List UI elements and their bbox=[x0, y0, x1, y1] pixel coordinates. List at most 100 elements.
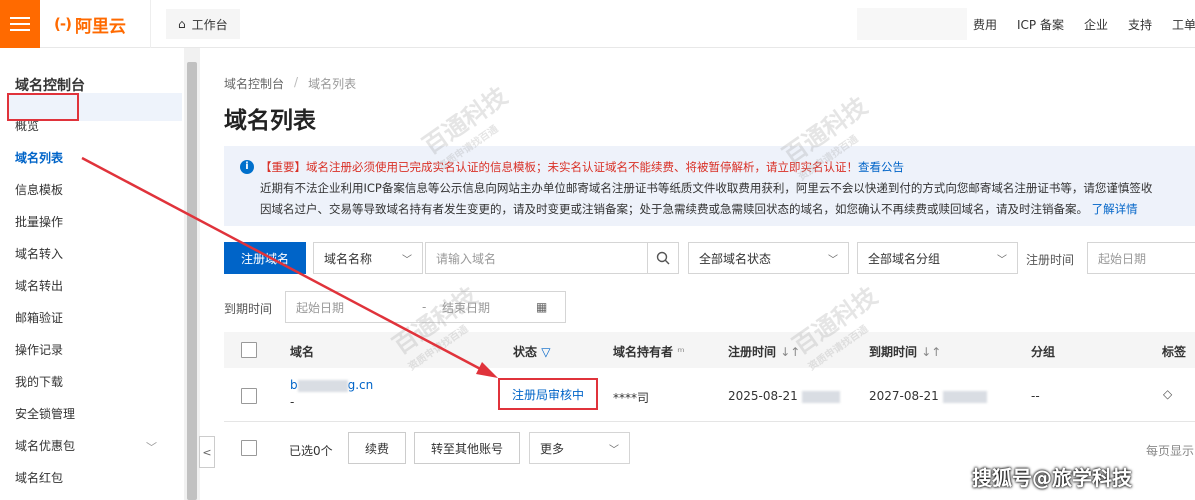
status-badge[interactable]: 注册局审核中 bbox=[498, 378, 598, 410]
expires-value: 2027-08-21 bbox=[869, 389, 987, 403]
breadcrumb-sep: / bbox=[294, 75, 299, 89]
sidebar-item-red-packet[interactable]: 域名红包 bbox=[15, 469, 63, 486]
domain-prefix: b bbox=[290, 378, 298, 392]
redacted-blur bbox=[801, 390, 840, 403]
top-link-billing[interactable]: 费用 bbox=[973, 16, 997, 33]
logo-mark: (-) bbox=[54, 15, 72, 33]
chevron-down-icon: ﹀ bbox=[402, 254, 412, 266]
search-icon bbox=[656, 251, 669, 265]
status-select-value: 全部域名状态 bbox=[699, 251, 772, 266]
expire-time-label: 到期时间 bbox=[224, 302, 273, 316]
footer-select-checkbox[interactable] bbox=[241, 440, 257, 456]
domain-link[interactable]: b g.cn bbox=[290, 378, 373, 392]
sidebar-item-domain-list[interactable]: 域名列表 bbox=[15, 149, 63, 166]
search-button[interactable] bbox=[647, 242, 679, 274]
sidebar-item-info-template[interactable]: 信息模板 bbox=[15, 181, 63, 198]
sidebar-item-email-verify[interactable]: 邮箱验证 bbox=[15, 309, 63, 326]
redacted-blur bbox=[942, 390, 987, 403]
col-domain: 域名 bbox=[290, 345, 315, 359]
aliyun-logo[interactable]: (-) 阿里云 bbox=[54, 12, 126, 37]
top-bar: (-) 阿里云 ⌂ 工作台 费用 ICP 备案 企业 支持 工单 bbox=[0, 0, 1195, 48]
notice-details-link[interactable]: 了解详情 bbox=[1092, 202, 1138, 216]
domain-sub: - bbox=[290, 395, 295, 409]
notice-important: 【重要】域名注册必须使用已完成实名认证的信息模板；未实名认证域名不能续费、将被暂… bbox=[260, 160, 858, 174]
sort-icon[interactable]: ↓↑ bbox=[780, 345, 800, 359]
group-value: -- bbox=[1031, 389, 1040, 403]
registered-value: 2025-08-21 bbox=[728, 389, 840, 403]
filter-icon[interactable]: ▽ bbox=[541, 345, 550, 359]
collapse-sidebar-icon[interactable]: < bbox=[199, 436, 215, 468]
expire-end-date[interactable]: 结束日期 bbox=[442, 299, 536, 316]
sidebar-title: 域名控制台 bbox=[15, 78, 85, 94]
tag-icon[interactable]: ◇ bbox=[1163, 387, 1172, 401]
notice-line-1: 【重要】域名注册必须使用已完成实名认证的信息模板；未实名认证域名不能续费、将被暂… bbox=[260, 159, 904, 175]
col-status-label: 状态 bbox=[513, 345, 538, 359]
sidebar-item-batch[interactable]: 批量操作 bbox=[15, 213, 63, 230]
calendar-icon[interactable]: ▦ bbox=[536, 300, 547, 314]
registered-date: 2025-08-21 bbox=[728, 389, 798, 403]
sidebar-item-transfer-in[interactable]: 域名转入 bbox=[15, 245, 63, 262]
top-link-support[interactable]: 支持 bbox=[1128, 16, 1152, 33]
register-start-date[interactable]: 起始日期 bbox=[1087, 242, 1195, 274]
breadcrumb-current: 域名列表 bbox=[308, 77, 357, 91]
notice-line-3-text: 因域名过户、交易等导致域名持有者发生变更的，请及时变更或注销备案；处于急需续费或… bbox=[260, 202, 1088, 216]
row-checkbox[interactable] bbox=[241, 388, 257, 404]
divider bbox=[150, 0, 151, 48]
col-registered-label: 注册时间 bbox=[728, 345, 777, 359]
sidebar-item-discount-pack[interactable]: 域名优惠包 bbox=[15, 437, 75, 454]
selected-count: 已选0个 bbox=[289, 444, 333, 458]
page-title: 域名列表 bbox=[224, 108, 316, 134]
top-link-enterprise[interactable]: 企业 bbox=[1084, 16, 1108, 33]
field-select[interactable]: 域名名称 ﹀ bbox=[313, 242, 423, 274]
breadcrumb-console[interactable]: 域名控制台 bbox=[224, 75, 284, 92]
owner-value: ****司 bbox=[613, 391, 650, 405]
info-icon: i bbox=[240, 160, 254, 174]
breadcrumb: 域名控制台 / 域名列表 bbox=[224, 75, 356, 92]
date-separator: - bbox=[422, 300, 427, 314]
more-dropdown[interactable]: 更多 ﹀ bbox=[529, 432, 630, 464]
chevron-down-icon[interactable]: ﹀ bbox=[146, 439, 157, 455]
sidebar-item-downloads[interactable]: 我的下载 bbox=[15, 373, 63, 390]
col-owner: 域名持有者 ᵐ bbox=[613, 343, 685, 360]
group-select[interactable]: 全部域名分组 ﹀ bbox=[857, 242, 1018, 274]
status-select[interactable]: 全部域名状态 ﹀ bbox=[688, 242, 849, 274]
renew-button[interactable]: 续费 bbox=[348, 432, 406, 464]
sidebar-item-transfer-out[interactable]: 域名转出 bbox=[15, 277, 63, 294]
owner-tooltip-icon[interactable]: ᵐ bbox=[677, 345, 684, 359]
notice-announcement-link[interactable]: 查看公告 bbox=[858, 160, 904, 174]
chevron-down-icon: ﹀ bbox=[609, 444, 619, 456]
sort-icon[interactable]: ↓↑ bbox=[921, 345, 941, 359]
more-label: 更多 bbox=[540, 441, 565, 456]
expire-date-range[interactable]: 起始日期 - 结束日期 ▦ bbox=[285, 291, 566, 323]
col-registered[interactable]: 注册时间 ↓↑ bbox=[728, 343, 800, 360]
expires-date: 2027-08-21 bbox=[869, 389, 939, 403]
top-search-area[interactable] bbox=[857, 8, 967, 40]
register-domain-button[interactable]: 注册域名 bbox=[224, 242, 306, 274]
sidebar-item-op-log[interactable]: 操作记录 bbox=[15, 341, 63, 358]
transfer-account-button[interactable]: 转至其他账号 bbox=[414, 432, 520, 464]
hamburger-menu-icon[interactable] bbox=[0, 0, 40, 48]
chevron-down-icon: ﹀ bbox=[997, 254, 1007, 266]
logo-text: 阿里云 bbox=[74, 16, 126, 37]
chevron-down-icon: ﹀ bbox=[828, 254, 838, 266]
col-owner-label: 域名持有者 bbox=[613, 345, 674, 359]
scrollbar-thumb[interactable] bbox=[187, 62, 197, 500]
workbench-label: 工作台 bbox=[191, 17, 228, 32]
top-link-ticket[interactable]: 工单 bbox=[1172, 16, 1195, 33]
row-divider bbox=[224, 421, 1195, 422]
sidebar-item-security-lock[interactable]: 安全锁管理 bbox=[15, 405, 75, 422]
notice-line-2: 近期有不法企业利用ICP备案信息等公示信息向网站主办单位邮寄域名注册证书等纸质文… bbox=[260, 181, 1153, 195]
expire-start-date[interactable]: 起始日期 bbox=[296, 299, 422, 316]
field-select-value: 域名名称 bbox=[324, 251, 373, 266]
domain-suffix: g.cn bbox=[347, 378, 374, 392]
workbench-button[interactable]: ⌂ 工作台 bbox=[166, 9, 240, 39]
search-input[interactable]: 请输入域名 bbox=[425, 242, 648, 274]
col-status[interactable]: 状态 ▽ bbox=[513, 343, 550, 360]
highlight-box-sidebar bbox=[7, 93, 79, 121]
col-expires[interactable]: 到期时间 ↓↑ bbox=[869, 343, 941, 360]
home-icon: ⌂ bbox=[178, 17, 186, 31]
top-link-icp[interactable]: ICP 备案 bbox=[1017, 16, 1064, 33]
col-expires-label: 到期时间 bbox=[869, 345, 918, 359]
select-all-checkbox[interactable] bbox=[241, 342, 257, 358]
top-links: 费用 ICP 备案 企业 支持 工单 bbox=[973, 0, 1195, 48]
